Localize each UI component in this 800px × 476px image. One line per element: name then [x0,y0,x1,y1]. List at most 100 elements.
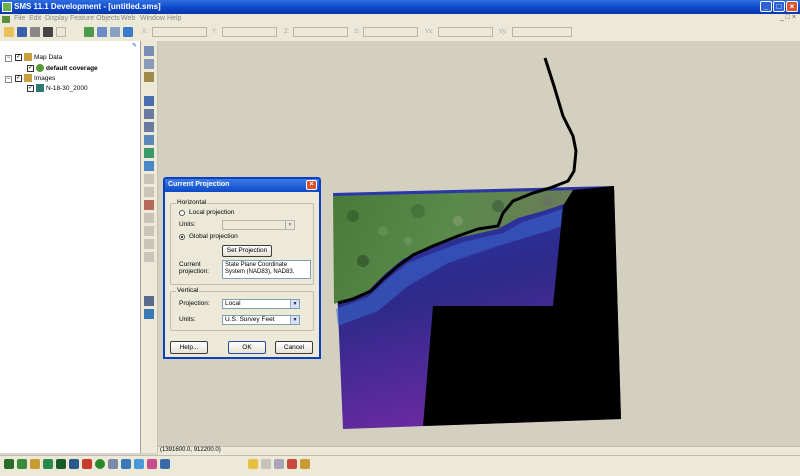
select-arc-tool-icon[interactable] [144,135,154,145]
annotation-module-icon[interactable] [108,459,118,469]
quadtree-module-icon[interactable] [56,459,66,469]
current-projection-label-2: projection: [179,268,209,275]
generic-model-icon[interactable] [147,459,157,469]
tree-item-default-coverage[interactable]: ✓ default coverage [27,64,98,74]
grid-display-icon[interactable] [287,459,297,469]
print-icon[interactable] [30,27,40,37]
vx-field[interactable] [438,27,493,37]
local-projection-radio[interactable] [179,210,185,216]
vertical-group: Vertical Projection: Local ▼ Units: U.S.… [170,287,314,331]
checkbox-images[interactable]: ✓ [15,74,22,82]
measure-tool-icon[interactable] [144,174,154,184]
vertical-units-combo[interactable]: U.S. Survey Feet ▼ [222,315,300,325]
particle-module-icon[interactable] [69,459,79,469]
tree-item-images[interactable]: ✓ Images [15,74,55,84]
expander-map-data[interactable]: − [5,55,12,62]
grid-module-icon[interactable] [17,459,27,469]
cursor-icon[interactable] [261,459,271,469]
y-field[interactable] [222,27,277,37]
menu-file[interactable]: File [14,15,25,22]
current-projection-dialog: Current Projection × Horizontal Local pr… [163,177,321,359]
raster-module-icon[interactable] [134,459,144,469]
vertical-group-label: Vertical [176,287,200,294]
dialog-title: Current Projection [168,181,230,188]
menu-window[interactable]: Window [140,15,165,22]
minimize-button[interactable]: _ [760,1,772,12]
map-tool-icon[interactable] [144,309,154,319]
info-icon[interactable] [248,459,258,469]
s-field[interactable] [363,27,418,37]
current-projection-text[interactable]: State Plane Coordinate System (NAD83), N… [222,260,311,279]
z-field[interactable] [293,27,348,37]
cancel-button[interactable]: Cancel [275,341,313,354]
expander-images[interactable]: − [5,76,12,83]
dialog-close-button[interactable]: × [306,180,317,190]
toolbar-separator-field [56,27,66,37]
draw-arrow-tool-icon[interactable] [144,213,154,223]
global-projection-radio[interactable] [179,234,185,240]
create-arc-tool-icon[interactable] [144,96,154,106]
draw-line-tool-icon[interactable] [144,200,154,210]
menu-help[interactable]: Help [167,15,181,22]
select-tool-icon[interactable] [144,46,154,56]
scatter-module-icon[interactable] [30,459,40,469]
vertical-projection-value: Local [225,300,241,307]
maximize-button[interactable]: □ [773,1,785,12]
select-vertex-tool-icon[interactable] [144,109,154,119]
refresh-icon[interactable] [84,27,94,37]
checkbox-image[interactable]: ✓ [27,84,34,92]
checkbox-map-data[interactable]: ✓ [15,53,22,61]
window-title: SMS 11.1 Development - [untitled.sms] [14,2,161,11]
rectangle-tool-icon[interactable] [144,226,154,236]
close-button[interactable]: × [786,1,798,12]
pin-icon[interactable]: ✎ [132,42,138,49]
help-button[interactable]: Help... [170,341,208,354]
pointer-tool-icon[interactable] [144,252,154,262]
map-module-icon[interactable] [43,459,53,469]
menu-web[interactable]: Web [121,15,135,22]
bank-tool-icon[interactable] [144,296,154,306]
dialog-title-bar: Current Projection × [165,179,319,192]
delete-icon[interactable] [43,27,53,37]
y-label: Y: [212,29,218,35]
tree-item-image[interactable]: ✓ N-18-30_2000 [27,84,88,94]
mesh-module-icon[interactable] [4,459,14,469]
tree-item-map-data[interactable]: ✓ Map Data [15,53,62,63]
image-module-icon[interactable] [160,459,170,469]
title-bar: SMS 11.1 Development - [untitled.sms] _ … [0,0,800,14]
vy-field[interactable] [512,27,572,37]
save-icon[interactable] [17,27,27,37]
rotate-icon[interactable] [123,27,133,37]
open-icon[interactable] [4,27,14,37]
frame-icon[interactable] [110,27,120,37]
menu-edit[interactable]: Edit [29,15,41,22]
project-explorer: − ✓ Map Data ✓ default coverage − ✓ Images … [0,41,141,453]
set-projection-button[interactable]: Set Projection [222,245,272,257]
zoom-icon[interactable] [97,27,107,37]
cross-section-tool-icon[interactable] [144,187,154,197]
cartesian-module-icon[interactable] [82,459,92,469]
current-projection-label-1: Current [179,261,201,268]
gis-module-icon[interactable] [95,459,105,469]
x-field[interactable] [152,27,207,37]
vertical-projection-combo[interactable]: Local ▼ [222,299,300,309]
select-polygon-tool-icon[interactable] [144,148,154,158]
units-combo[interactable]: ▼ [222,220,295,230]
menu-feature-objects[interactable]: Feature Objects [70,15,120,22]
mdi-controls[interactable]: _ □ × [780,14,796,21]
ok-button[interactable]: OK [228,341,266,354]
document-icon [2,16,10,23]
chart-icon[interactable] [300,459,310,469]
create-spline-tool-icon[interactable] [144,161,154,171]
ugrid-module-icon[interactable] [121,459,131,469]
horizontal-group: Horizontal Local projection Units: ▼ Glo… [170,199,314,285]
select-icon[interactable] [274,459,284,469]
select-node-tool-icon[interactable] [144,122,154,132]
checkbox-default-coverage[interactable]: ✓ [27,64,34,72]
z-label: Z: [284,29,290,35]
projection-label: Projection: [179,300,210,307]
pan-tool-icon[interactable] [144,72,154,82]
menu-display[interactable]: Display [45,15,68,22]
oval-tool-icon[interactable] [144,239,154,249]
zoom-tool-icon[interactable] [144,59,154,69]
